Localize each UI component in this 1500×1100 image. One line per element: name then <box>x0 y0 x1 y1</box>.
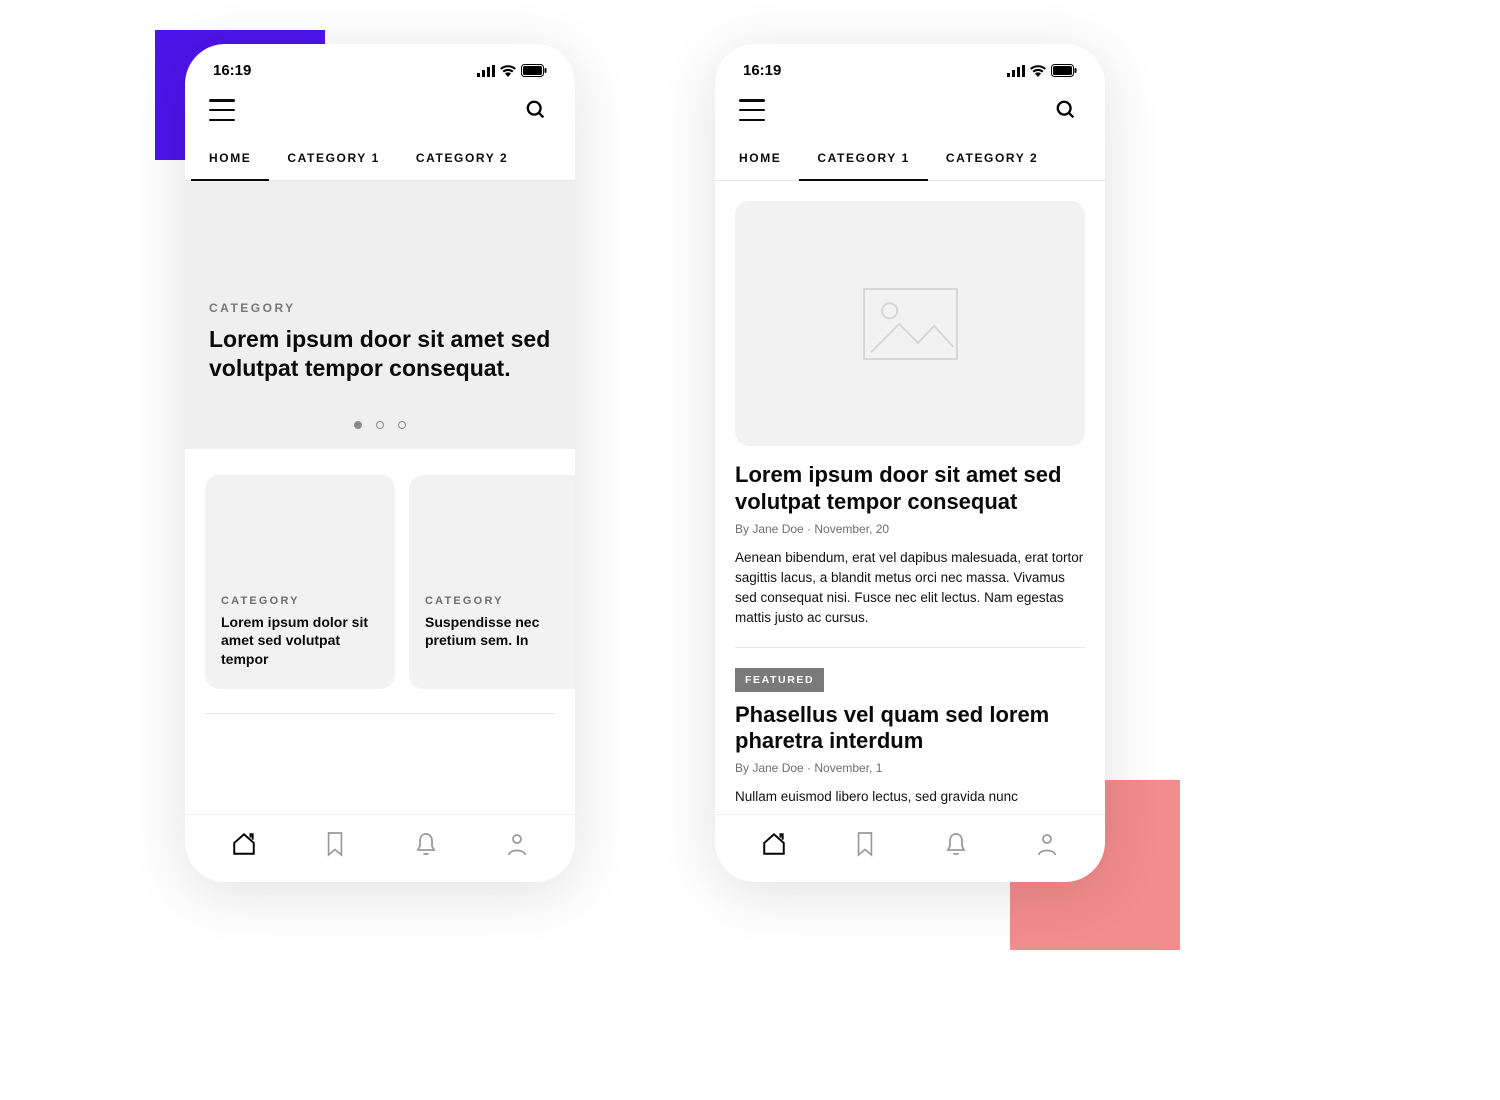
hero-category-label: CATEGORY <box>209 301 551 315</box>
article-title: Lorem ipsum door sit amet sed volutpat t… <box>735 462 1085 516</box>
battery-icon <box>521 64 547 77</box>
menu-button[interactable] <box>209 99 235 121</box>
status-icons <box>1007 64 1077 77</box>
top-nav <box>185 87 575 137</box>
card-carousel[interactable]: CATEGORY Lorem ipsum dolor sit amet sed … <box>185 449 575 708</box>
tab-bar: HOME CATEGORY 1 CATEGORY 2 <box>715 137 1105 181</box>
article-byline: By Jane Doe · November, 1 <box>735 761 1085 775</box>
carousel-dots <box>209 383 551 429</box>
signal-icon <box>477 65 495 77</box>
bottom-nav <box>715 814 1105 882</box>
tab-category2[interactable]: CATEGORY 2 <box>928 137 1056 181</box>
tab-category1[interactable]: CATEGORY 1 <box>269 137 397 181</box>
home-icon <box>761 831 787 857</box>
profile-icon <box>505 831 529 857</box>
signal-icon <box>1007 65 1025 77</box>
nav-home[interactable] <box>231 831 257 862</box>
article-divider <box>735 647 1085 648</box>
image-placeholder-icon <box>863 288 958 360</box>
bell-icon <box>414 831 438 857</box>
nav-profile[interactable] <box>1035 831 1059 862</box>
article-image[interactable] <box>735 201 1085 446</box>
menu-button[interactable] <box>739 99 765 121</box>
content-area[interactable]: CATEGORY Lorem ipsum door sit amet sed v… <box>185 181 575 814</box>
bookmark-icon <box>854 831 876 857</box>
featured-badge: FEATURED <box>735 668 824 692</box>
search-button[interactable] <box>1055 99 1081 121</box>
status-time: 16:19 <box>743 62 781 79</box>
tab-home[interactable]: HOME <box>191 137 269 181</box>
status-time: 16:19 <box>213 62 251 79</box>
card-title: Suspendisse nec pretium sem. In <box>425 613 575 651</box>
section-divider <box>205 713 555 714</box>
nav-home[interactable] <box>761 831 787 862</box>
article-body: Nullam euismod libero lectus, sed gravid… <box>735 787 1085 807</box>
nav-notifications[interactable] <box>414 831 438 862</box>
card-category-label: CATEGORY <box>221 595 379 607</box>
tab-home[interactable]: HOME <box>721 137 799 181</box>
bottom-nav <box>185 814 575 882</box>
bookmark-icon <box>324 831 346 857</box>
top-nav <box>715 87 1105 137</box>
hero-title: Lorem ipsum door sit amet sed volutpat t… <box>209 325 551 383</box>
battery-icon <box>1051 64 1077 77</box>
bell-icon <box>944 831 968 857</box>
article-card[interactable]: CATEGORY Lorem ipsum dolor sit amet sed … <box>205 475 395 690</box>
wifi-icon <box>1030 65 1046 77</box>
card-category-label: CATEGORY <box>425 595 575 607</box>
carousel-dot-1[interactable] <box>354 421 362 429</box>
hero-carousel[interactable]: CATEGORY Lorem ipsum door sit amet sed v… <box>185 181 575 449</box>
card-title: Lorem ipsum dolor sit amet sed volutpat … <box>221 613 379 670</box>
nav-bookmarks[interactable] <box>854 831 876 862</box>
phone-mock-home: 16:19 HOME CATEGORY 1 CATEGORY 2 CATEGOR… <box>185 44 575 882</box>
search-icon <box>525 99 547 121</box>
tab-bar: HOME CATEGORY 1 CATEGORY 2 <box>185 137 575 181</box>
article-item[interactable]: Lorem ipsum door sit amet sed volutpat t… <box>715 462 1105 647</box>
wifi-icon <box>500 65 516 77</box>
carousel-dot-3[interactable] <box>398 421 406 429</box>
nav-profile[interactable] <box>505 831 529 862</box>
nav-bookmarks[interactable] <box>324 831 346 862</box>
status-bar: 16:19 <box>185 44 575 87</box>
phone-mock-category: 16:19 HOME CATEGORY 1 CATEGORY 2 Lorem i… <box>715 44 1105 882</box>
status-bar: 16:19 <box>715 44 1105 87</box>
search-button[interactable] <box>525 99 551 121</box>
profile-icon <box>1035 831 1059 857</box>
nav-notifications[interactable] <box>944 831 968 862</box>
content-area[interactable]: Lorem ipsum door sit amet sed volutpat t… <box>715 181 1105 814</box>
article-card[interactable]: CATEGORY Suspendisse nec pretium sem. In <box>409 475 575 690</box>
article-title: Phasellus vel quam sed lorem pharetra in… <box>735 702 1085 756</box>
tab-category1[interactable]: CATEGORY 1 <box>799 137 927 181</box>
article-byline: By Jane Doe · November, 20 <box>735 522 1085 536</box>
article-item[interactable]: Phasellus vel quam sed lorem pharetra in… <box>715 702 1105 808</box>
article-body: Aenean bibendum, erat vel dapibus malesu… <box>735 548 1085 629</box>
home-icon <box>231 831 257 857</box>
carousel-dot-2[interactable] <box>376 421 384 429</box>
tab-category2[interactable]: CATEGORY 2 <box>398 137 526 181</box>
search-icon <box>1055 99 1077 121</box>
status-icons <box>477 64 547 77</box>
